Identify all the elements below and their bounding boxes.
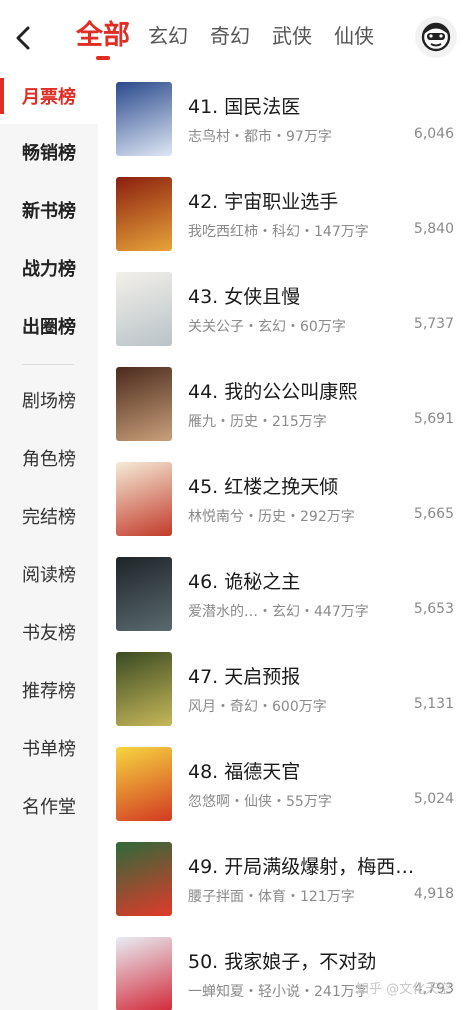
sidebar-item-label: 名作堂: [22, 797, 76, 818]
sidebar-item-recommend[interactable]: 推荐榜: [0, 662, 98, 718]
book-title: 44. 我的公公叫康熙: [188, 381, 358, 403]
sidebar-item-breakout[interactable]: 出圈榜: [0, 298, 98, 354]
back-arrow-icon[interactable]: [10, 20, 38, 56]
sidebar-item-label: 书单榜: [22, 739, 76, 760]
book-row[interactable]: 48. 福德天官 忽悠啊・仙侠・55万字 5,024: [98, 741, 474, 836]
tab-xianxia[interactable]: 仙侠: [334, 0, 374, 72]
book-cover[interactable]: [116, 177, 172, 251]
sidebar-item-new-books[interactable]: 新书榜: [0, 182, 98, 238]
sidebar-item-character[interactable]: 角色榜: [0, 430, 98, 486]
ticket-count: 4,918: [413, 886, 454, 902]
book-row[interactable]: 43. 女侠且慢 关关公子・玄幻・60万字 5,737: [98, 266, 474, 361]
book-cover[interactable]: [116, 462, 172, 536]
watermark: 知乎 @文化天空: [356, 982, 452, 997]
tab-xuanhuan[interactable]: 玄幻: [148, 0, 188, 72]
book-row[interactable]: 41. 国民法医 志鸟村・都市・97万字 6,046: [98, 76, 474, 171]
sidebar-item-monthly-ticket[interactable]: 月票榜: [0, 68, 98, 124]
book-meta: 风月・奇幻・600万字: [188, 699, 327, 715]
sidebar-item-fans[interactable]: 书友榜: [0, 604, 98, 660]
sidebar-item-label: 完结榜: [22, 507, 76, 528]
book-cover[interactable]: [116, 272, 172, 346]
sidebar-item-label: 畅销榜: [22, 143, 76, 164]
book-title: 43. 女侠且慢: [188, 286, 301, 308]
ranking-sidebar: 月票榜 畅销榜 新书榜 战力榜 出圈榜 剧场榜 角色榜 完结榜 阅读榜 书友榜 …: [0, 68, 98, 1010]
book-cover[interactable]: [116, 747, 172, 821]
book-cover[interactable]: [116, 842, 172, 916]
book-row[interactable]: 50. 我家娘子，不对劲 一蝉知夏・轻小说・241万字 4,793: [98, 931, 474, 1010]
tab-all[interactable]: 全部: [76, 0, 130, 72]
ticket-count: 6,046: [413, 126, 454, 142]
book-meta: 志鸟村・都市・97万字: [188, 129, 332, 145]
book-row[interactable]: 42. 宇宙职业选手 我吃西红柿・科幻・147万字 5,840: [98, 171, 474, 266]
sidebar-item-label: 剧场榜: [22, 391, 76, 412]
sidebar-item-label: 书友榜: [22, 623, 76, 644]
ticket-count: 5,691: [413, 411, 454, 427]
book-title: 48. 福德天官: [188, 761, 301, 783]
book-cover[interactable]: [116, 82, 172, 156]
sidebar-item-label: 战力榜: [22, 259, 76, 280]
book-cover[interactable]: [116, 557, 172, 631]
ticket-count: 5,840: [413, 221, 454, 237]
tab-wuxia[interactable]: 武侠: [272, 0, 312, 72]
book-cover[interactable]: [116, 937, 172, 1010]
sidebar-item-label: 推荐榜: [22, 681, 76, 702]
user-avatar-icon[interactable]: [415, 16, 457, 58]
sidebar-item-label: 出圈榜: [22, 317, 76, 338]
book-title: 47. 天启预报: [188, 666, 301, 688]
category-tabs: 全部 玄幻 奇幻 武侠 仙侠: [76, 0, 396, 72]
sidebar-item-hall-of-fame[interactable]: 名作堂: [0, 778, 98, 834]
sidebar-item-reading[interactable]: 阅读榜: [0, 546, 98, 602]
sidebar-item-label: 月票榜: [22, 87, 76, 108]
sidebar-item-label: 阅读榜: [22, 565, 76, 586]
sidebar-item-completed[interactable]: 完结榜: [0, 488, 98, 544]
book-meta: 一蝉知夏・轻小说・241万字: [188, 984, 369, 1000]
sidebar-item-power[interactable]: 战力榜: [0, 240, 98, 296]
book-title: 46. 诡秘之主: [188, 571, 301, 593]
ticket-count: 5,665: [413, 506, 454, 522]
top-bar: 全部 玄幻 奇幻 武侠 仙侠: [0, 0, 474, 72]
book-meta: 雁九・历史・215万字: [188, 414, 327, 430]
book-cover[interactable]: [116, 367, 172, 441]
book-meta: 林悦南兮・历史・292万字: [188, 509, 355, 525]
book-title: 41. 国民法医: [188, 96, 301, 118]
ticket-count: 5,737: [413, 316, 454, 332]
ticket-count: 5,653: [413, 601, 454, 617]
book-meta: 关关公子・玄幻・60万字: [188, 319, 346, 335]
ticket-count: 5,131: [413, 696, 454, 712]
book-title: 49. 开局满级爆射，梅西…: [188, 856, 415, 878]
tab-qihuan[interactable]: 奇幻: [210, 0, 250, 72]
book-row[interactable]: 49. 开局满级爆射，梅西… 腰子拌面・体育・121万字 4,918: [98, 836, 474, 931]
book-meta: 忽悠啊・仙侠・55万字: [188, 794, 332, 810]
book-row[interactable]: 44. 我的公公叫康熙 雁九・历史・215万字 5,691: [98, 361, 474, 456]
sidebar-item-bestseller[interactable]: 畅销榜: [0, 124, 98, 180]
book-row[interactable]: 47. 天启预报 风月・奇幻・600万字 5,131: [98, 646, 474, 741]
book-title: 50. 我家娘子，不对劲: [188, 951, 377, 973]
book-ranking-list: 41. 国民法医 志鸟村・都市・97万字 6,046 42. 宇宙职业选手 我吃…: [98, 72, 474, 1010]
book-meta: 爱潜水的…・玄幻・447万字: [188, 604, 369, 620]
book-cover[interactable]: [116, 652, 172, 726]
book-title: 42. 宇宙职业选手: [188, 191, 339, 213]
book-meta: 腰子拌面・体育・121万字: [188, 889, 355, 905]
sidebar-divider: [22, 364, 74, 365]
ticket-count: 5,024: [413, 791, 454, 807]
sidebar-item-label: 新书榜: [22, 201, 76, 222]
sidebar-item-booklist[interactable]: 书单榜: [0, 720, 98, 776]
book-title: 45. 红楼之挽天倾: [188, 476, 339, 498]
book-row[interactable]: 46. 诡秘之主 爱潜水的…・玄幻・447万字 5,653: [98, 551, 474, 646]
sidebar-item-theater[interactable]: 剧场榜: [0, 372, 98, 428]
book-row[interactable]: 45. 红楼之挽天倾 林悦南兮・历史・292万字 5,665: [98, 456, 474, 551]
book-meta: 我吃西红柿・科幻・147万字: [188, 224, 369, 240]
sidebar-item-label: 角色榜: [22, 449, 76, 470]
